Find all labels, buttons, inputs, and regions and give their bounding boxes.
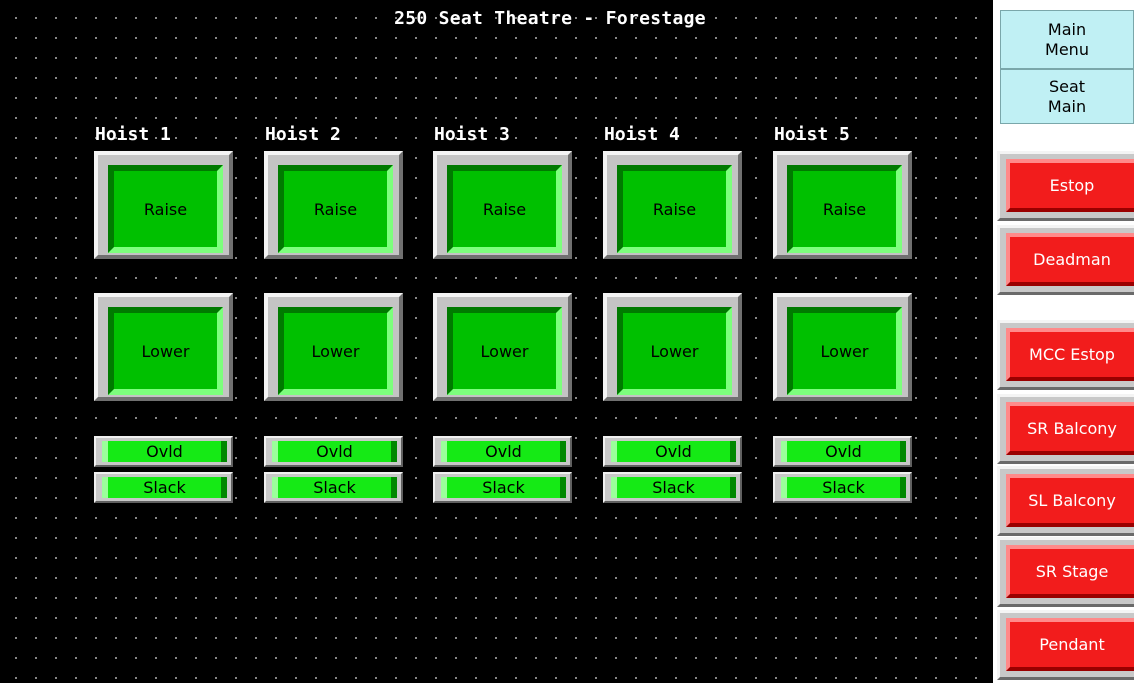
hoist-4-lower-button[interactable]: Lower	[603, 293, 742, 401]
main-menu-button[interactable]: Main Menu	[1000, 10, 1134, 69]
seat-main-button[interactable]: Seat Main	[1000, 69, 1134, 124]
deadman-label: Deadman	[1033, 250, 1111, 269]
hoist-1-raise-button[interactable]: Raise	[94, 151, 233, 259]
hoist-2-slack-indicator: Slack	[264, 472, 403, 503]
estop-label: Estop	[1049, 176, 1095, 195]
hoist-1-label: Hoist 1	[95, 124, 171, 145]
lower-label: Lower	[480, 341, 529, 361]
hoist-5-raise-button[interactable]: Raise	[773, 151, 912, 259]
raise-label: Raise	[822, 199, 867, 219]
sr-balcony-label: SR Balcony	[1027, 419, 1117, 438]
lower-label: Lower	[311, 341, 360, 361]
screen-title: 250 Seat Theatre - Forestage	[394, 8, 706, 29]
ovld-label: Ovld	[485, 442, 522, 461]
slack-label: Slack	[822, 478, 865, 497]
raise-label: Raise	[143, 199, 188, 219]
sl-balcony-label: SL Balcony	[1028, 491, 1116, 510]
hoist-5-ovld-indicator: Ovld	[773, 436, 912, 467]
deadman-button[interactable]: Deadman	[997, 225, 1134, 295]
raise-label: Raise	[313, 199, 358, 219]
sr-stage-button[interactable]: SR Stage	[997, 537, 1134, 607]
hoist-1-slack-indicator: Slack	[94, 472, 233, 503]
slack-label: Slack	[313, 478, 356, 497]
estop-button[interactable]: Estop	[997, 151, 1134, 221]
raise-label: Raise	[652, 199, 697, 219]
lower-label: Lower	[141, 341, 190, 361]
hoist-2-label: Hoist 2	[265, 124, 341, 145]
hoist-1-lower-button[interactable]: Lower	[94, 293, 233, 401]
sl-balcony-button[interactable]: SL Balcony	[997, 466, 1134, 536]
hoist-3-label: Hoist 3	[434, 124, 510, 145]
hoist-5-label: Hoist 5	[774, 124, 850, 145]
hoist-3-lower-button[interactable]: Lower	[433, 293, 572, 401]
lower-label: Lower	[820, 341, 869, 361]
hoist-3-ovld-indicator: Ovld	[433, 436, 572, 467]
mcc-estop-label: MCC Estop	[1029, 345, 1115, 364]
hoist-2-raise-button[interactable]: Raise	[264, 151, 403, 259]
slack-label: Slack	[482, 478, 525, 497]
ovld-label: Ovld	[146, 442, 183, 461]
ovld-label: Ovld	[316, 442, 353, 461]
slack-label: Slack	[143, 478, 186, 497]
sr-balcony-button[interactable]: SR Balcony	[997, 394, 1134, 464]
hoist-4-raise-button[interactable]: Raise	[603, 151, 742, 259]
hoist-4-ovld-indicator: Ovld	[603, 436, 742, 467]
slack-label: Slack	[652, 478, 695, 497]
mcc-estop-button[interactable]: MCC Estop	[997, 320, 1134, 390]
hoist-3-raise-button[interactable]: Raise	[433, 151, 572, 259]
hoist-2-lower-button[interactable]: Lower	[264, 293, 403, 401]
hoist-5-lower-button[interactable]: Lower	[773, 293, 912, 401]
lower-label: Lower	[650, 341, 699, 361]
hoist-5-slack-indicator: Slack	[773, 472, 912, 503]
pendant-label: Pendant	[1039, 635, 1105, 654]
ovld-label: Ovld	[825, 442, 862, 461]
hoist-4-label: Hoist 4	[604, 124, 680, 145]
hoist-2-ovld-indicator: Ovld	[264, 436, 403, 467]
raise-label: Raise	[482, 199, 527, 219]
ovld-label: Ovld	[655, 442, 692, 461]
sr-stage-label: SR Stage	[1035, 562, 1109, 581]
hoist-4-slack-indicator: Slack	[603, 472, 742, 503]
hoist-3-slack-indicator: Slack	[433, 472, 572, 503]
hoist-1-ovld-indicator: Ovld	[94, 436, 233, 467]
pendant-button[interactable]: Pendant	[997, 610, 1134, 680]
